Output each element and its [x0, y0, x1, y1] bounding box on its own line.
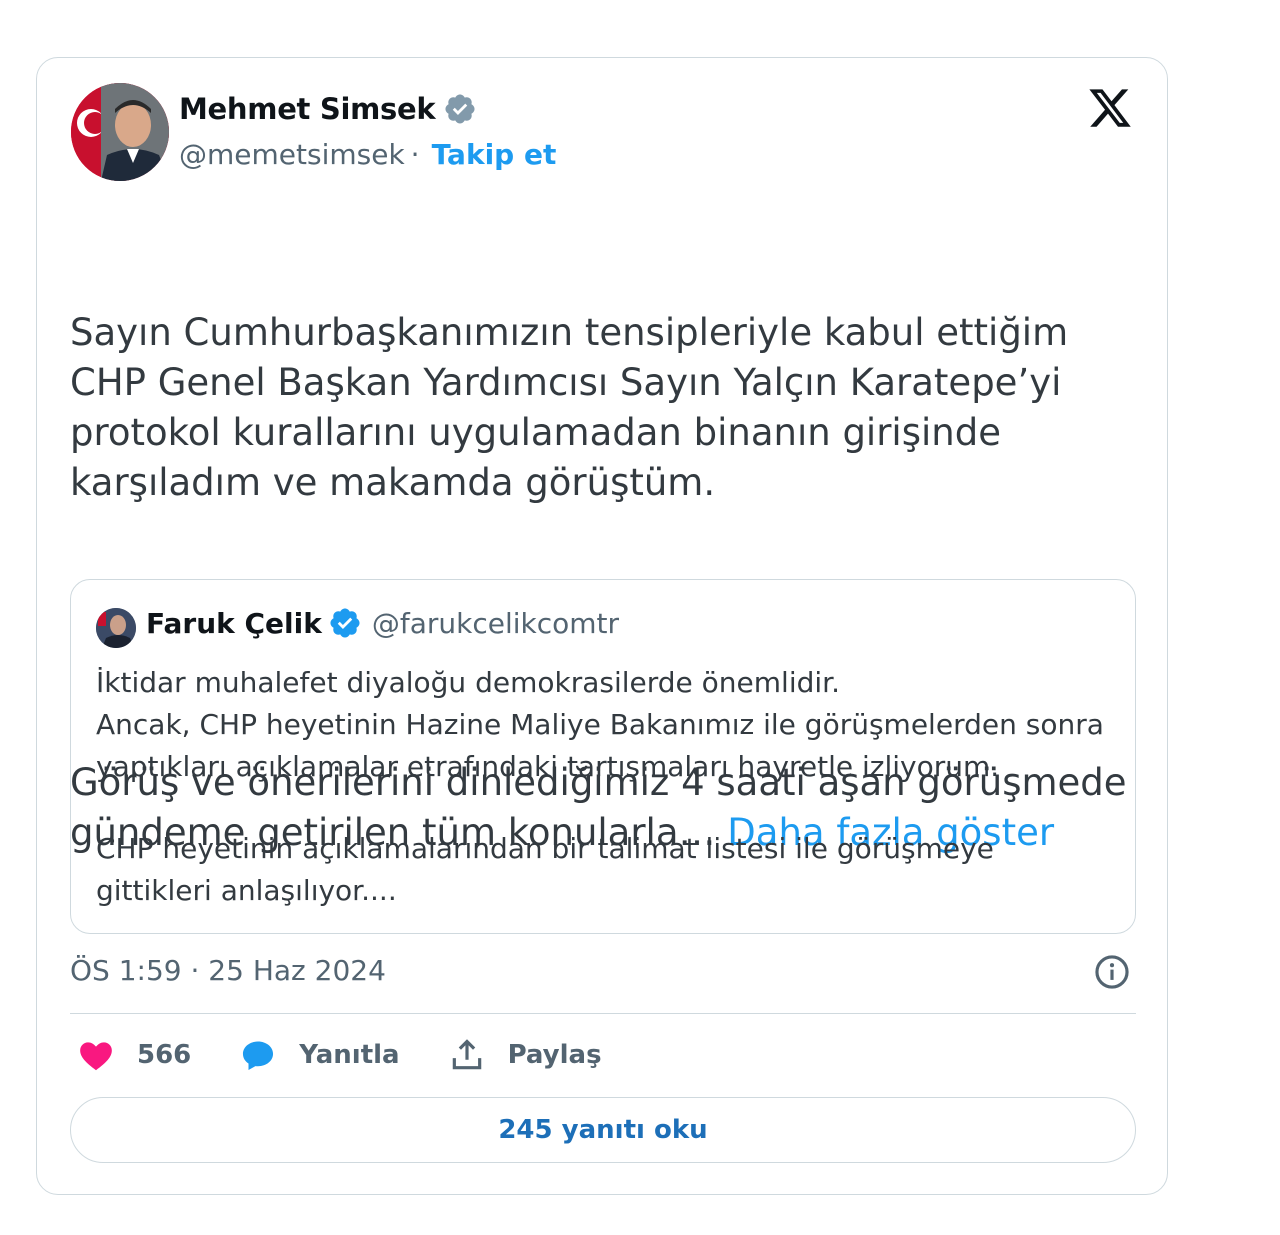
tweet-card: Mehmet Simsek @memetsimsek · Takip et Sa… [36, 57, 1168, 1195]
quote-author-avatar[interactable] [96, 608, 136, 648]
like-count: 566 [137, 1040, 192, 1070]
heart-icon [80, 1042, 112, 1071]
like-button[interactable]: 566 [77, 1036, 191, 1074]
reply-bubble-icon [243, 1041, 274, 1071]
quote-line: Ancak, CHP heyetinin Hazine Maliye Bakan… [96, 708, 1104, 783]
quoted-tweet[interactable]: Faruk Çelik @farukcelikcomtr İktidar muh… [70, 579, 1136, 934]
divider [70, 1013, 1136, 1014]
quote-line: CHP heyetinin açıklamalarından bir talim… [96, 832, 994, 907]
action-bar: 566 Yanıtla Paylaş [77, 1036, 650, 1074]
share-icon [452, 1039, 481, 1070]
quote-author-name[interactable]: Faruk Çelik [146, 607, 322, 640]
follow-button[interactable]: Takip et [432, 138, 557, 171]
read-replies-button[interactable]: 245 yanıtı oku [70, 1097, 1136, 1163]
tweet-paragraph: Sayın Cumhurbaşkanımızın tensipleriyle k… [70, 311, 1080, 504]
reply-button[interactable]: Yanıtla [239, 1036, 400, 1074]
tweet-timestamp[interactable]: ÖS 1:59 · 25 Haz 2024 [70, 954, 386, 987]
quote-author-handle[interactable]: @farukcelikcomtr [372, 607, 619, 640]
share-button[interactable]: Paylaş [448, 1036, 602, 1074]
verified-badge-icon [445, 94, 475, 124]
separator-dot: · [410, 138, 420, 171]
author-name[interactable]: Mehmet Simsek [179, 92, 436, 126]
info-icon[interactable] [1093, 953, 1131, 991]
reply-label: Yanıtla [299, 1040, 400, 1070]
author-avatar[interactable] [71, 83, 169, 181]
x-logo-icon[interactable] [1087, 85, 1133, 131]
verified-badge-icon [330, 608, 360, 638]
quote-body: İktidar muhalefet diyaloğu demokrasilerd… [96, 662, 1116, 912]
share-label: Paylaş [507, 1040, 602, 1070]
quote-line: İktidar muhalefet diyaloğu demokrasilerd… [96, 666, 840, 699]
author-handle[interactable]: @memetsimsek [179, 138, 405, 171]
